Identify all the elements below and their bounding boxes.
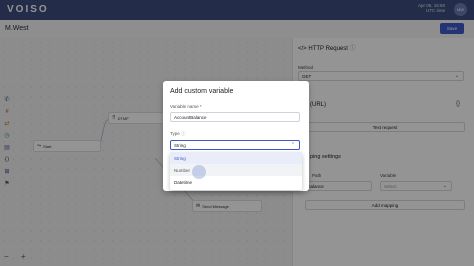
info-icon: ⓘ [181,131,186,136]
option-datetime[interactable]: Datetime [170,176,302,188]
type-label-row: Type ⓘ [170,131,186,137]
variable-name-input[interactable]: AccountBalance [170,112,300,122]
type-label: Type [170,131,180,136]
type-select[interactable]: String ⌃ [170,140,300,150]
type-value: String [174,142,186,148]
type-dropdown: String Number Datetime [170,152,302,190]
option-string[interactable]: String [170,152,302,164]
chevron-up-icon: ⌃ [290,142,295,148]
mouse-cursor-highlight [192,165,206,179]
option-number[interactable]: Number [170,164,302,176]
variable-name-value: AccountBalance [174,114,207,120]
variable-name-label: Variable name * [170,104,202,109]
dialog-title: Add custom variable [170,88,234,95]
